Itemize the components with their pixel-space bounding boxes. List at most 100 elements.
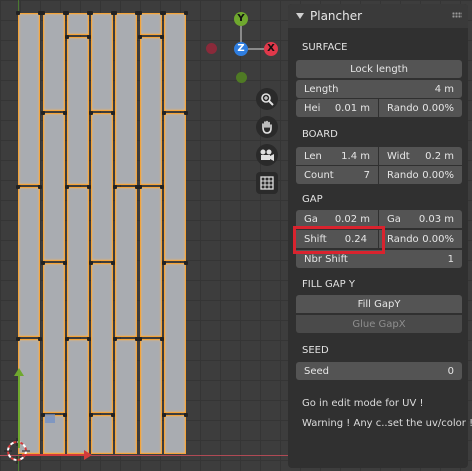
gizmo-neg-y[interactable] [236,72,247,83]
mesh-vertex[interactable] [162,413,166,417]
gap-rando-label: Rando [387,233,419,245]
board-rando-value: 0.00% [422,169,454,181]
mesh-vertex[interactable] [89,11,93,15]
plank-board[interactable] [91,113,113,261]
mesh-vertex[interactable] [89,111,93,115]
plank-board[interactable] [67,187,89,337]
gizmo-neg-x[interactable] [206,43,217,54]
plank-board[interactable] [43,263,65,413]
plank-board[interactable] [115,187,137,337]
mesh-vertex[interactable] [184,111,188,115]
plank-board[interactable] [67,37,89,185]
mesh-vertex[interactable] [113,11,117,15]
drag-handle-icon[interactable] [452,12,462,18]
plank-board[interactable] [18,187,40,337]
length-label: Length [304,83,339,95]
plank-board[interactable] [91,13,113,111]
plank-board[interactable] [18,13,40,185]
mesh-vertex[interactable] [38,337,42,341]
mesh-vertex[interactable] [138,185,142,189]
plank-board[interactable] [164,263,186,413]
length-field[interactable]: Length 4 m [296,80,462,98]
surface-rando-field[interactable]: Rando 0.00% [379,99,462,117]
x-arrow-icon [22,450,92,460]
section-seed: SEED [302,345,329,356]
section-surface: SURFACE [302,42,348,53]
grid-view-icon[interactable] [256,172,278,194]
mesh-vertex[interactable] [65,185,69,189]
plank-board[interactable] [140,339,162,454]
gizmo-y-axis[interactable]: Y [234,12,248,26]
mesh-vertex[interactable] [41,11,45,15]
mesh-vertex[interactable] [16,185,20,189]
mesh-vertex[interactable] [162,111,166,115]
mesh-vertex[interactable] [65,35,69,39]
mesh-vertex[interactable] [41,111,45,115]
fill-gapy-button[interactable]: Fill GapY [296,295,462,313]
plank-board[interactable] [140,37,162,185]
mesh-vertex[interactable] [113,185,117,189]
mesh-vertex[interactable] [184,413,188,417]
lock-length-button[interactable]: Lock length [296,60,462,78]
plank-board[interactable] [67,13,89,35]
plank-board[interactable] [67,339,89,454]
section-fill-gap-y: FILL GAP Y [302,279,355,290]
warning-message: Warning ! Any c..set the uv/color ! [302,418,472,429]
seed-label: Seed [304,365,329,377]
panel-title: Plancher [310,9,363,23]
navigation-gizmo[interactable]: Y Z X [200,8,284,88]
mesh-vertex[interactable] [65,11,69,15]
mesh-vertex[interactable] [162,261,166,265]
board-rando-field[interactable]: Rando 0.00% [379,166,462,184]
count-field[interactable]: Count 7 [296,166,378,184]
surface-rando-value: 0.00% [422,102,454,114]
len-field[interactable]: Len 1.4 m [296,147,378,165]
mesh-vertex[interactable] [184,11,188,15]
mesh-vertex[interactable] [184,261,188,265]
mesh-vertex[interactable] [16,337,20,341]
count-value: 7 [363,169,370,181]
plank-board[interactable] [140,187,162,337]
mesh-vertex[interactable] [41,261,45,265]
hei-label: Hei [304,102,321,114]
plank-board[interactable] [43,13,65,111]
gap-y-field[interactable]: Ga 0.03 m [379,210,462,228]
hand-pan-icon[interactable] [256,116,278,138]
camera-icon[interactable] [256,144,278,166]
mesh-vertex[interactable] [38,185,42,189]
mesh-vertex[interactable] [113,337,117,341]
gizmo-z-axis[interactable]: Z [234,42,248,56]
mesh-vertex[interactable] [138,11,142,15]
gizmo-x-axis[interactable]: X [264,42,278,56]
plank-board[interactable] [115,339,137,454]
plank-board[interactable] [164,415,186,454]
nbr-shift-value: 1 [447,253,454,265]
mesh-vertex[interactable] [65,337,69,341]
len-label: Len [304,150,322,162]
mesh-vertex[interactable] [89,413,93,417]
gap-rando-field[interactable]: Rando 0.00% [379,230,462,248]
length-value: 4 m [434,83,454,95]
mesh-vertex[interactable] [138,35,142,39]
plank-board[interactable] [164,13,186,111]
mesh-vertex[interactable] [162,11,166,15]
plank-board[interactable] [91,263,113,413]
glue-gapx-button[interactable]: Glue GapX [296,315,462,333]
surface-rando-label: Rando [387,102,419,114]
plank-board[interactable] [140,13,162,35]
plank-board[interactable] [115,13,137,185]
plank-board[interactable] [164,113,186,261]
panel-header[interactable]: Plancher [288,4,468,28]
zoom-icon[interactable] [256,88,278,110]
mesh-vertex[interactable] [89,261,93,265]
gap-y-label: Ga [387,213,401,225]
plank-board[interactable] [91,415,113,454]
mesh-vertex[interactable] [16,11,20,15]
hei-field[interactable]: Hei 0.01 m [296,99,378,117]
plank-board[interactable] [43,113,65,261]
len-value: 1.4 m [341,150,370,162]
collapse-triangle-icon[interactable] [296,13,304,19]
seed-field[interactable]: Seed 0 [296,362,462,380]
mesh-vertex[interactable] [138,337,142,341]
widt-field[interactable]: Widt 0.2 m [379,147,462,165]
